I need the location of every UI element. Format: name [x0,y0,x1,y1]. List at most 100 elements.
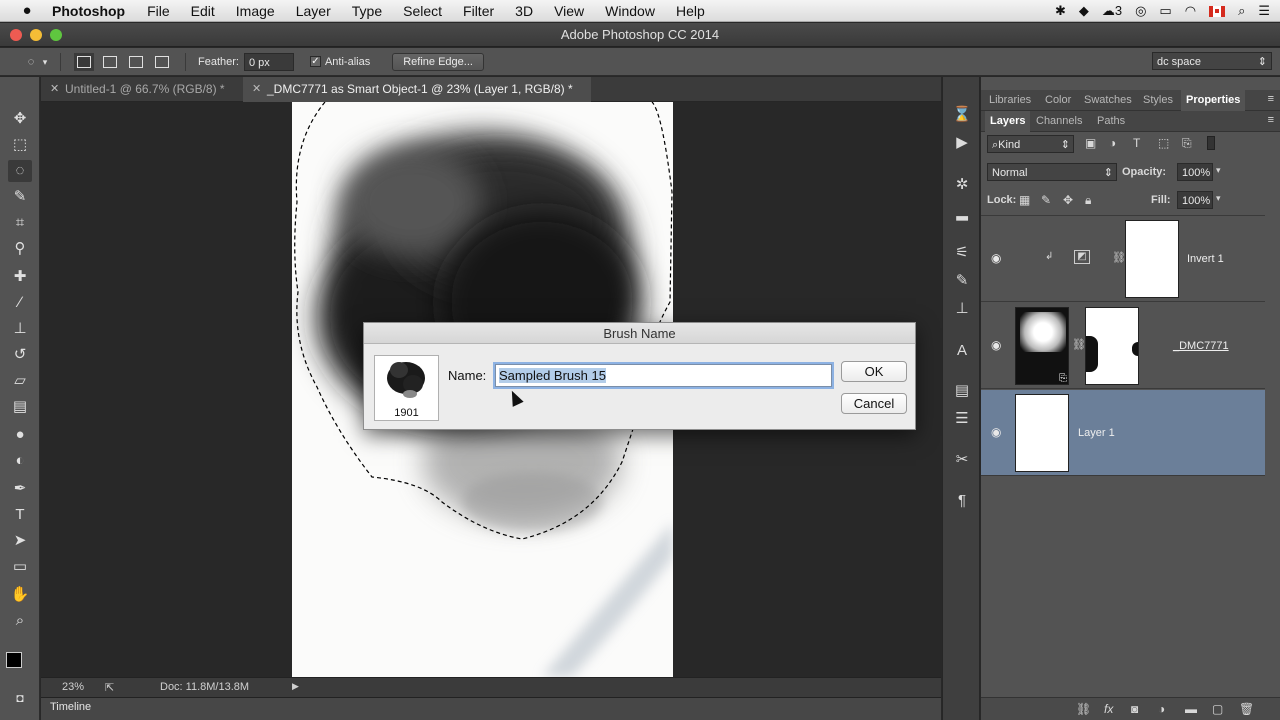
filter-adjustment-icon[interactable]: ◑ [1109,136,1116,150]
new-layer-icon[interactable]: ▢ [1212,702,1223,716]
character-icon[interactable]: A [952,341,972,361]
tab-layers[interactable]: Layers [985,111,1031,132]
filter-toggle[interactable] [1207,136,1215,150]
tab-properties[interactable]: Properties [1181,90,1246,111]
type-tool-icon[interactable]: T [8,504,32,526]
menu-help[interactable]: Help [676,3,705,19]
filter-pixel-icon[interactable]: ▣ [1085,136,1096,150]
histogram-icon[interactable]: ▂ [952,203,972,223]
blend-mode-select[interactable]: Normal ⇕ [987,163,1117,181]
eyedropper-tool-icon[interactable]: ⚲ [8,238,32,260]
lasso-tool-icon[interactable]: ◌ [8,160,32,182]
lasso-preset-icon[interactable]: ◌ [22,53,40,71]
add-selection-icon[interactable] [103,55,117,68]
lock-position-icon[interactable]: ✥ [1063,193,1073,207]
gradient-tool-icon[interactable]: ▤ [8,396,32,418]
chevron-down-icon[interactable]: ▾ [40,53,50,71]
marquee-tool-icon[interactable]: ⬚ [8,134,32,156]
cloud-icon[interactable]: ☁3 [1102,3,1122,19]
move-tool-icon[interactable]: ✥ [8,108,32,130]
layer-mask-thumbnail[interactable] [1085,307,1139,385]
menu-select[interactable]: Select [403,3,442,19]
quick-mask-icon[interactable]: ◘ [8,687,32,709]
eye-icon[interactable]: ◉ [991,338,1001,352]
new-group-icon[interactable]: ▬ [1185,702,1197,716]
close-icon[interactable]: ✕ [252,77,261,102]
fill-input[interactable]: 100% [1177,191,1213,209]
tab-untitled[interactable]: ✕ Untitled-1 @ 66.7% (RGB/8) * [41,77,240,102]
hand-tool-icon[interactable]: ✋ [8,584,32,606]
filter-shape-icon[interactable]: ⬚ [1158,136,1169,150]
add-mask-icon[interactable]: ◙ [1131,702,1138,716]
brightness-icon[interactable]: ✱ [1055,3,1066,19]
timeline-label[interactable]: Timeline [50,701,91,713]
tab-styles[interactable]: Styles [1143,90,1173,111]
paragraph-styles-icon[interactable]: ▤ [952,381,972,401]
menu-view[interactable]: View [554,3,584,19]
chevron-down-icon[interactable]: ▾ [1216,165,1221,176]
lock-transparency-icon[interactable]: ▦ [1019,193,1030,207]
history-brush-tool-icon[interactable]: ↺ [8,344,32,366]
layer-thumbnail[interactable] [1015,394,1069,472]
menu-layer[interactable]: Layer [296,3,331,19]
actions-play-icon[interactable]: ▶ [952,133,972,153]
refine-edge-button[interactable]: Refine Edge... [392,52,484,71]
zoom-tool-icon[interactable]: ⌕ [8,610,32,632]
history-icon[interactable]: ⌛ [952,105,972,125]
tab-dmc7771[interactable]: ✕ _DMC7771 as Smart Object-1 @ 23% (Laye… [243,77,591,102]
navigator-icon[interactable]: ✲ [952,175,972,195]
workspace-select[interactable]: dc space ⇕ [1152,52,1272,70]
pen-tool-icon[interactable]: ✒ [8,478,32,500]
paragraph-icon[interactable]: ¶ [952,491,972,511]
clone-source-icon[interactable]: ⊥ [952,299,972,319]
airplay-icon[interactable]: ▭ [1159,3,1171,19]
layer-name[interactable]: _DMC7771 [1173,340,1229,352]
panel-menu-icon[interactable]: ≡ [1268,93,1274,105]
tab-channels[interactable]: Channels [1036,111,1082,132]
apple-icon[interactable]: ● [18,2,36,19]
menu-app-name[interactable]: Photoshop [52,3,125,19]
lock-pixels-icon[interactable]: ✎ [1041,193,1051,207]
menu-image[interactable]: Image [236,3,275,19]
brush-presets-icon[interactable]: ✎ [952,271,972,291]
panel-menu-icon[interactable]: ≡ [1268,114,1274,126]
tool-presets-icon[interactable]: ✂ [952,450,972,470]
brush-name-input[interactable]: Sampled Brush 15 [495,364,832,387]
layer-mask-thumbnail[interactable] [1125,220,1179,298]
ok-button[interactable]: OK [841,361,907,382]
eye-icon[interactable]: ◉ [991,251,1001,265]
fx-icon[interactable]: fx [1104,702,1113,716]
eye-icon[interactable]: ◉ [991,425,1001,439]
link-icon[interactable]: ⛓ [1112,251,1126,264]
layer-row-invert[interactable]: ◉ ↲ ◩ ⛓ Invert 1 [981,216,1265,302]
link-layers-icon[interactable]: ⛓ [1076,702,1091,716]
dodge-tool-icon[interactable]: ◐ [8,450,32,472]
eraser-tool-icon[interactable]: ▱ [8,370,32,392]
blur-tool-icon[interactable]: ● [8,424,32,446]
notification-center-icon[interactable]: ☰ [1258,3,1270,19]
cancel-button[interactable]: Cancel [841,393,907,414]
menu-window[interactable]: Window [605,3,655,19]
opacity-input[interactable]: 100% [1177,163,1213,181]
intersect-selection-icon[interactable] [155,55,169,68]
menu-type[interactable]: Type [352,3,382,19]
new-selection-icon[interactable] [77,55,91,68]
feather-input[interactable]: 0 px [243,52,294,71]
brush-tool-icon[interactable]: ∕ [8,292,32,314]
lock-all-icon[interactable]: 🔒︎ [1085,193,1091,208]
healing-brush-tool-icon[interactable]: ✚ [8,266,32,288]
antialias-checkbox[interactable]: ✓ [309,56,321,67]
chevron-down-icon[interactable]: ▾ [1216,193,1221,204]
wifi-icon[interactable]: ◠ [1185,3,1196,19]
dropbox-icon[interactable]: ◆ [1079,3,1089,19]
link-icon[interactable]: ⛓ [1072,338,1086,351]
filter-smart-object-icon[interactable]: ⎘ [1182,136,1192,151]
layer-row-dmc7771[interactable]: ◉ ⎘ ⛓ _DMC7771 [981,303,1265,389]
menu-file[interactable]: File [147,3,170,19]
menu-filter[interactable]: Filter [463,3,494,19]
crop-tool-icon[interactable]: ⌗ [8,212,32,234]
tab-libraries[interactable]: Libraries [989,90,1031,111]
foreground-color-swatch[interactable] [6,652,22,668]
status-menu-arrow-icon[interactable]: ▶ [292,681,299,692]
tab-color[interactable]: Color [1045,90,1071,111]
